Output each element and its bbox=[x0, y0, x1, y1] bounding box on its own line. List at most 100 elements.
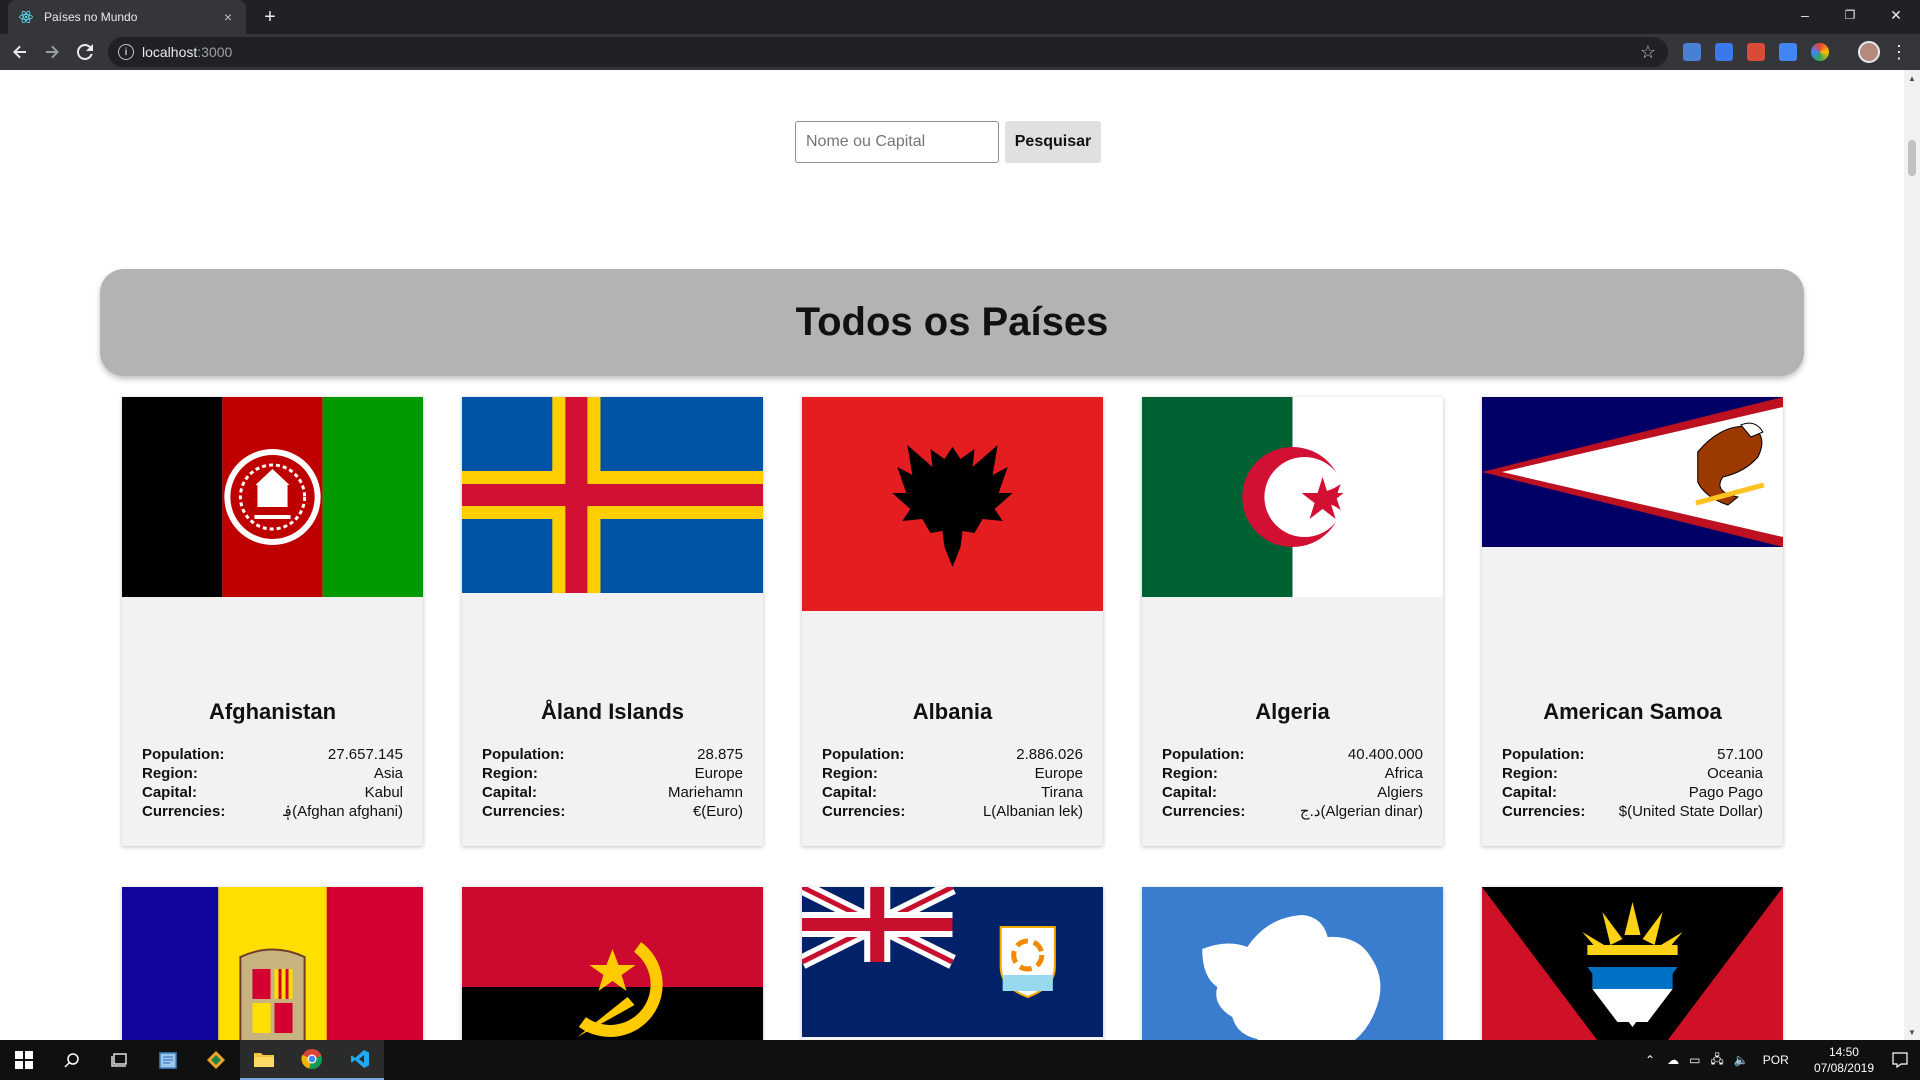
new-tab-button[interactable]: + bbox=[258, 5, 282, 29]
search-icon[interactable] bbox=[48, 1040, 96, 1080]
windows-taskbar: ⌃ ☁ ▭ 🖧 🔈 POR 14:50 07/08/2019 bbox=[0, 1040, 1920, 1080]
country-info: Population: 27.657.145 Region: Asia Capita… bbox=[142, 745, 403, 821]
region-value: Asia bbox=[373, 765, 403, 782]
aland-islands-flag bbox=[462, 397, 763, 593]
country-card[interactable]: Afghanistan Population: 27.657.145 Region… bbox=[122, 397, 423, 846]
country-card[interactable]: Albania Population: 2.886.026 Region: Euro… bbox=[802, 397, 1103, 846]
browser-toolbar: i localhost:3000 ☆ ⋮ bbox=[0, 34, 1920, 70]
capital-value: Mariehamn bbox=[667, 784, 743, 801]
extension-icon[interactable] bbox=[1683, 43, 1701, 61]
forward-button[interactable] bbox=[40, 40, 64, 64]
country-card[interactable] bbox=[122, 887, 423, 1040]
search-input[interactable] bbox=[795, 121, 999, 163]
region-label: Region: bbox=[822, 765, 878, 782]
url-host: localhost bbox=[142, 44, 198, 60]
search-button[interactable]: Pesquisar bbox=[1005, 121, 1101, 163]
currencies-value: ؋(Afghan afghani) bbox=[283, 803, 403, 820]
info-icon[interactable]: i bbox=[118, 44, 134, 60]
scroll-up-arrow-icon[interactable]: ▲ bbox=[1904, 70, 1920, 86]
population-label: Population: bbox=[142, 746, 225, 763]
currencies-label: Currencies: bbox=[1162, 803, 1246, 820]
country-info: Population: 28.875 Region: Europe Capital:… bbox=[482, 745, 743, 821]
page-title: Todos os Países bbox=[795, 300, 1109, 344]
country-info: Population: 57.100 Region: Oceania Capital… bbox=[1502, 745, 1763, 821]
capital-label: Capital: bbox=[482, 784, 538, 801]
tab-title: Países no Mundo bbox=[44, 10, 138, 24]
clock[interactable]: 14:50 07/08/2019 bbox=[1814, 1044, 1874, 1076]
scrollbar-thumb[interactable] bbox=[1908, 140, 1916, 176]
restore-button[interactable]: ❐ bbox=[1828, 0, 1872, 30]
volume-icon[interactable]: 🔈 bbox=[1734, 1053, 1749, 1067]
region-value: Africa bbox=[1384, 765, 1423, 782]
country-card[interactable] bbox=[462, 887, 763, 1040]
extension-icon[interactable] bbox=[1779, 43, 1797, 61]
country-info: Population: 2.886.026 Region: Europe Capit… bbox=[822, 745, 1083, 821]
population-value: 2.886.026 bbox=[1016, 746, 1083, 763]
battery-icon[interactable]: ▭ bbox=[1689, 1053, 1700, 1067]
population-value: 57.100 bbox=[1717, 746, 1763, 763]
andorra-flag bbox=[122, 887, 423, 1040]
menu-icon[interactable]: ⋮ bbox=[1890, 41, 1908, 63]
network-icon[interactable]: 🖧 bbox=[1710, 1050, 1723, 1071]
country-card[interactable]: Algeria Population: 40.400.000 Region: Afr… bbox=[1142, 397, 1443, 846]
profile-avatar[interactable] bbox=[1858, 41, 1880, 63]
country-card[interactable] bbox=[802, 887, 1103, 1040]
page-header: Todos os Países bbox=[100, 269, 1804, 376]
currencies-label: Currencies: bbox=[142, 803, 226, 820]
browser-tab[interactable]: Países no Mundo × bbox=[8, 0, 246, 34]
bookmark-star-icon[interactable]: ☆ bbox=[1640, 42, 1656, 63]
page-viewport: Pesquisar Todos os Países Afghanistan Po… bbox=[0, 70, 1904, 1040]
population-value: 27.657.145 bbox=[327, 746, 403, 763]
scroll-down-arrow-icon[interactable]: ▼ bbox=[1904, 1024, 1920, 1040]
chrome-icon[interactable] bbox=[288, 1040, 336, 1080]
react-icon bbox=[18, 9, 34, 25]
address-bar[interactable]: i localhost:3000 ☆ bbox=[108, 37, 1668, 67]
onedrive-icon[interactable]: ☁ bbox=[1667, 1053, 1679, 1067]
clock-time: 14:50 bbox=[1828, 1045, 1859, 1059]
browser-titlebar: Países no Mundo × + – ❐ ✕ bbox=[0, 0, 1920, 34]
currencies-value: $(United State Dollar) bbox=[1618, 803, 1763, 820]
file-explorer-icon[interactable] bbox=[240, 1040, 288, 1080]
country-name: Åland Islands bbox=[540, 699, 685, 724]
extension-icon[interactable] bbox=[1747, 43, 1765, 61]
angola-flag bbox=[462, 887, 763, 1040]
country-card[interactable]: American Samoa Population: 57.100 Region:… bbox=[1482, 397, 1783, 846]
afghanistan-flag bbox=[122, 397, 423, 597]
language-indicator[interactable]: POR bbox=[1763, 1053, 1789, 1067]
currencies-value: €(Euro) bbox=[692, 803, 743, 820]
clock-date: 07/08/2019 bbox=[1813, 1061, 1874, 1075]
color-extension-icon[interactable] bbox=[1811, 43, 1829, 61]
page-scrollbar[interactable]: ▲ ▼ bbox=[1904, 70, 1920, 1040]
chevron-up-icon[interactable]: ⌃ bbox=[1645, 1053, 1655, 1067]
tab-close-icon[interactable]: × bbox=[220, 9, 236, 25]
search-bar: Pesquisar bbox=[795, 121, 1101, 163]
task-view-icon[interactable] bbox=[96, 1040, 144, 1080]
windows-start-icon[interactable] bbox=[0, 1040, 48, 1080]
currencies-label: Currencies: bbox=[822, 803, 906, 820]
population-label: Population: bbox=[1502, 746, 1585, 763]
capital-label: Capital: bbox=[1162, 784, 1218, 801]
minimize-button[interactable]: – bbox=[1783, 0, 1827, 30]
currencies-value: L(Albanian lek) bbox=[982, 803, 1083, 820]
notes-app-icon[interactable] bbox=[144, 1040, 192, 1080]
notifications-icon[interactable] bbox=[1880, 1040, 1920, 1080]
antigua-barbuda-flag bbox=[1482, 887, 1783, 1040]
translate-extension-icon[interactable] bbox=[1715, 43, 1733, 61]
back-button[interactable] bbox=[8, 40, 32, 64]
reload-button[interactable] bbox=[73, 40, 97, 64]
algeria-flag bbox=[1142, 397, 1443, 597]
population-value: 28.875 bbox=[697, 746, 743, 763]
american-samoa-flag bbox=[1482, 397, 1783, 547]
capital-value: Tirana bbox=[1041, 784, 1083, 801]
vscode-icon[interactable] bbox=[336, 1040, 384, 1080]
capital-label: Capital: bbox=[1502, 784, 1558, 801]
country-card[interactable] bbox=[1142, 887, 1443, 1040]
country-card[interactable] bbox=[1482, 887, 1783, 1040]
git-kraken-icon[interactable] bbox=[192, 1040, 240, 1080]
close-window-button[interactable]: ✕ bbox=[1874, 0, 1918, 30]
currencies-label: Currencies: bbox=[1502, 803, 1586, 820]
country-card[interactable]: Åland Islands Population: 28.875 Region: E… bbox=[462, 397, 763, 846]
region-label: Region: bbox=[142, 765, 198, 782]
capital-value: Algiers bbox=[1377, 784, 1423, 801]
capital-label: Capital: bbox=[822, 784, 878, 801]
